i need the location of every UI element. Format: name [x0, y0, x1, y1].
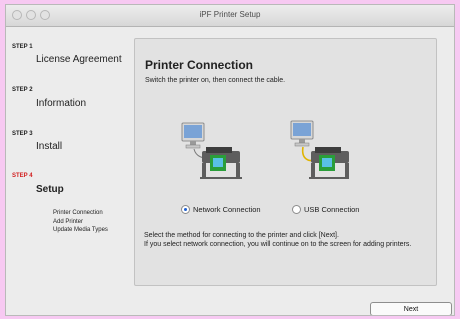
- setup-substeps: Printer Connection Add Printer Update Me…: [53, 209, 108, 235]
- step-4-title: Setup: [36, 184, 64, 195]
- steps-sidebar: STEP 1 License Agreement STEP 2 Informat…: [6, 27, 131, 315]
- network-connection-option[interactable]: Network Connection: [181, 205, 261, 214]
- step-4-number: STEP 4: [12, 173, 33, 179]
- page-title: Printer Connection: [145, 58, 254, 72]
- substep-printer-connection: Printer Connection: [53, 210, 103, 216]
- step-2-number: STEP 2: [12, 87, 33, 93]
- instructions-line-1: Select the method for connecting to the …: [144, 232, 339, 239]
- step-3-number: STEP 3: [12, 131, 33, 137]
- usb-connection-label[interactable]: USB Connection: [304, 205, 359, 214]
- instructions-line-2: If you select network connection, you wi…: [144, 241, 412, 248]
- substep-update-media-types: Update Media Types: [53, 227, 108, 233]
- content-panel: Printer Connection Switch the printer on…: [134, 38, 437, 286]
- title-bar: iPF Printer Setup: [6, 5, 454, 27]
- window-title: iPF Printer Setup: [199, 10, 261, 19]
- instructions-text: Select the method for connecting to the …: [144, 231, 427, 249]
- step-1-number: STEP 1: [12, 44, 33, 50]
- page-subtitle: Switch the printer on, then connect the …: [145, 77, 286, 84]
- usb-connection-option[interactable]: USB Connection: [292, 205, 359, 214]
- usb-connection-radio[interactable]: [292, 205, 301, 214]
- network-connection-label[interactable]: Network Connection: [193, 205, 261, 214]
- step-2-title: Information: [36, 98, 87, 109]
- network-connection-radio[interactable]: [181, 205, 190, 214]
- network-connection-illustration-icon: [181, 122, 242, 179]
- step-3-title: Install: [36, 141, 63, 152]
- installer-window: iPF Printer Setup STEP 1 License Agreeme…: [5, 4, 455, 316]
- next-button[interactable]: Next: [370, 302, 452, 315]
- usb-connection-illustration-icon: [290, 120, 349, 179]
- substep-add-printer: Add Printer: [53, 218, 84, 225]
- step-1-title: License Agreement: [36, 54, 122, 65]
